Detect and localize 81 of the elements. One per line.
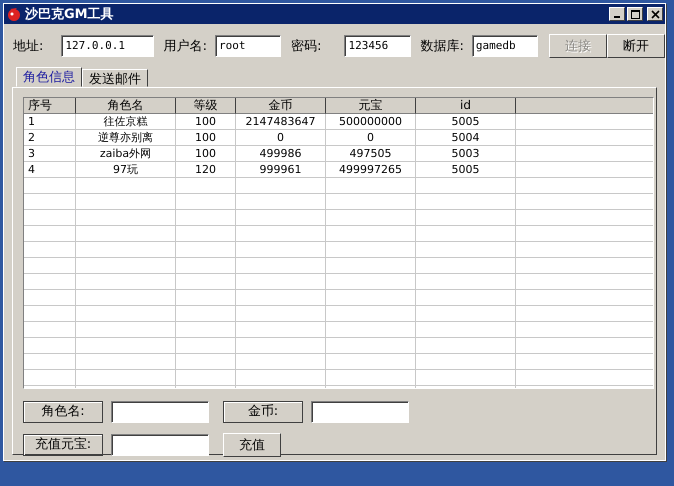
input-field[interactable] [311,401,409,423]
input-field[interactable] [111,401,209,423]
empty-table-cell [176,370,236,386]
table-cell: 497505 [326,146,416,162]
empty-table-cell [24,194,76,210]
table-cell: 499997265 [326,162,416,178]
table-cell: 499986 [236,146,326,162]
table-cell: 逆尊亦别离 [76,130,176,146]
empty-table-cell [24,178,76,194]
table-cell: 往佐京糕 [76,114,176,130]
empty-table-cell [24,210,76,226]
column-header[interactable]: 角色名 [76,98,176,114]
table-cell: 2147483647 [236,114,326,130]
empty-table-cell [176,306,236,322]
empty-table-cell [176,322,236,338]
empty-table-cell [176,178,236,194]
table-cell: 2 [24,130,76,146]
input-field[interactable]: root [215,35,282,57]
table-cell: 5004 [416,130,516,146]
tab[interactable]: 角色信息 [16,67,82,87]
empty-table-cell [176,210,236,226]
table-cell: 3 [24,146,76,162]
empty-table-cell [176,290,236,306]
table-cell: 5005 [416,114,516,130]
close-button[interactable] [647,7,663,21]
table-cell: 500000000 [326,114,416,130]
minimize-button[interactable] [609,7,625,21]
empty-table-cell [176,338,236,354]
field-label: 数据库: [420,38,464,55]
empty-table-cell [24,226,76,242]
field-label: 角色名: [23,401,103,423]
window-title: 沙巴克GM工具 [25,6,114,23]
maximize-icon [630,10,640,18]
empty-table-cell [176,354,236,370]
input-field[interactable]: gamedb [472,35,538,57]
toolbar-button[interactable]: 断开 [606,34,665,58]
table-cell: 5005 [416,162,516,178]
field-label: 金币: [223,401,303,423]
field-label: 充值元宝: [23,434,103,456]
table-cell: zaiba外网 [76,146,176,162]
empty-table-cell [176,194,236,210]
column-header[interactable]: 等级 [176,98,236,114]
maximize-button[interactable] [627,7,643,21]
empty-table-cell [24,242,76,258]
empty-table-cell [24,274,76,290]
close-icon [650,10,660,18]
field-label: 用户名: [164,38,208,55]
recharge-button[interactable]: 充值 [223,433,281,457]
column-header[interactable]: 序号 [24,98,76,114]
empty-table-cell [24,290,76,306]
column-header[interactable]: 金币 [236,98,326,114]
bird-icon [7,7,21,21]
table-cell: 100 [176,130,236,146]
table-cell: 100 [176,146,236,162]
column-header[interactable]: id [416,98,516,114]
empty-table-cell [24,322,76,338]
table-cell: 5003 [416,146,516,162]
empty-table-cell [24,306,76,322]
table-cell: 100 [176,114,236,130]
empty-table-cell [176,242,236,258]
empty-table-cell [24,258,76,274]
input-field[interactable]: 127.0.0.1 [61,35,154,57]
input-field[interactable]: 123456 [344,35,411,57]
empty-table-cell [176,258,236,274]
empty-table-cell [24,354,76,370]
table-cell: 97玩 [76,162,176,178]
table-cell: 0 [236,130,326,146]
table-cell: 0 [326,130,416,146]
table-cell: 4 [24,162,76,178]
table-cell: 120 [176,162,236,178]
empty-table-cell [176,226,236,242]
tab[interactable]: 发送邮件 [82,69,148,87]
table-cell: 999961 [236,162,326,178]
input-field[interactable] [111,434,209,456]
empty-table-cell [24,370,76,386]
field-label: 密码: [291,38,322,55]
empty-table-cell [176,274,236,290]
column-header[interactable]: 元宝 [326,98,416,114]
table-cell: 1 [24,114,76,130]
field-label: 地址: [13,38,44,55]
empty-table-cell [24,338,76,354]
